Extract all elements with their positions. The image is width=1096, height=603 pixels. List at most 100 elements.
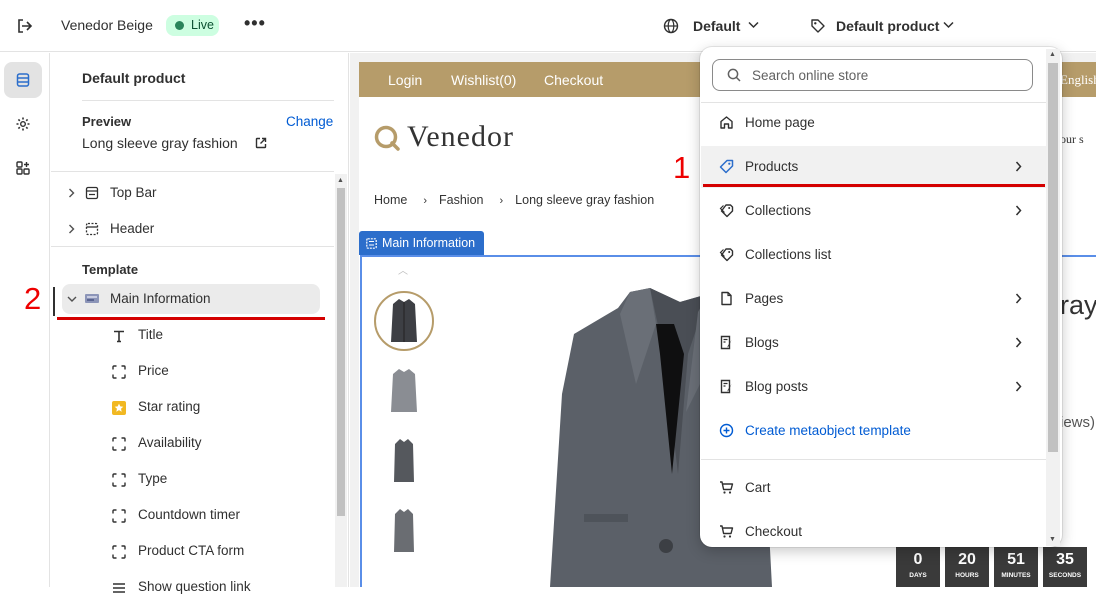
section-header[interactable]: Header [62,214,320,244]
product-thumbnail[interactable] [374,431,434,491]
cart-icon [719,524,734,539]
collections-icon [719,203,734,218]
menu-item-label: Collections list [745,247,832,262]
more-actions-button[interactable]: ••• [244,14,266,36]
search-icon [727,68,741,82]
status-badge: Live [166,15,219,36]
scroll-up-icon[interactable]: ▲ [1049,51,1056,58]
gear-icon[interactable] [4,106,42,142]
menu-item-label: Pages [745,291,784,306]
chevron-right-icon [1015,381,1022,392]
breadcrumb: Home › Fashion › Long sleeve gray fashion [374,193,658,207]
annotation-underline [57,317,325,320]
store-name: Venedor Beige [61,17,153,33]
store-logo[interactable]: Venedor [407,120,514,154]
sections-icon[interactable] [4,62,42,98]
chevron-down-icon[interactable] [67,296,77,303]
countdown-seconds: 35 SECONDS [1043,547,1087,587]
menu-item-blogs[interactable]: Blogs [701,322,1046,364]
section-top-bar[interactable]: Top Bar [62,178,320,208]
countdown-value: 20 [958,551,976,568]
section-icon [366,238,377,249]
menu-item-cart[interactable]: Cart [701,467,1046,509]
menu-item-checkout[interactable]: Checkout [701,511,1046,553]
countdown-value: 0 [913,551,923,568]
store-nav-login[interactable]: Login [388,72,422,88]
status-badge-label: Live [191,18,214,32]
block-type[interactable]: Type [112,465,312,495]
product-thumbnail[interactable] [374,361,434,421]
divider [51,171,334,172]
preview-value: Long sleeve gray fashion [82,135,238,151]
chevron-right-icon[interactable] [68,224,75,234]
product-thumbnail[interactable] [374,501,434,561]
exit-icon[interactable] [14,16,36,36]
chevron-down-icon[interactable] [943,21,954,29]
scroll-up-icon[interactable]: ▲ [337,177,344,184]
menu-item-products[interactable]: Products [701,146,1046,188]
text-icon [112,329,126,343]
cart-icon [719,480,734,495]
chevron-right-icon: › [499,195,504,207]
divider [701,459,1046,460]
block-label: Title [138,327,164,342]
menu-item-label: Home page [745,115,815,130]
chevron-right-icon[interactable] [68,188,75,198]
section-label: Main Information [110,291,211,306]
partial-text: our s [1060,132,1084,146]
store-nav-checkout[interactable]: Checkout [544,72,603,88]
change-preview-link[interactable]: Change [286,114,333,129]
search-placeholder: Search online store [752,68,869,83]
menu-item-collections[interactable]: Collections [701,190,1046,232]
create-metaobject-template-button[interactable]: Create metaobject template [701,410,1046,452]
chevron-up-icon[interactable]: ︿ [398,262,408,277]
chevron-right-icon: › [423,195,428,207]
block-title[interactable]: Title [112,321,312,351]
sidebar-title: Default product [82,70,186,86]
menu-item-label: Products [745,159,799,174]
menu-item-label: Cart [745,480,771,495]
block-show-question-link[interactable]: Show question link [112,573,312,603]
header-icon [85,222,99,236]
sidebar-scrollbar-thumb[interactable] [337,188,345,516]
collections-icon [719,247,734,262]
menu-item-pages[interactable]: Pages [701,278,1046,320]
store-language[interactable]: English [1060,72,1096,88]
preview-label: Preview [82,114,132,129]
menu-item-home-page[interactable]: Home page [701,102,1046,144]
section-label: Top Bar [110,185,157,200]
section-label: Header [110,221,155,236]
store-nav-wishlist[interactable]: Wishlist(0) [451,72,516,88]
menu-item-collections-list[interactable]: Collections list [701,234,1046,276]
chevron-down-icon[interactable] [748,21,759,29]
external-link-icon[interactable] [255,137,267,149]
menu-item-label: Create metaobject template [745,423,911,438]
annotation-number-1: 1 [673,150,691,185]
block-availability[interactable]: Availability [112,429,312,459]
block-countdown-timer[interactable]: Countdown timer [112,501,312,531]
language-select[interactable]: Default [693,18,740,34]
blog-icon [719,335,734,350]
block-icon [112,509,126,523]
block-star-rating[interactable]: Star rating [112,393,312,423]
selected-section-tag[interactable]: Main Information [359,231,484,255]
apps-icon[interactable] [4,150,42,186]
menu-item-blog-posts[interactable]: Blog posts [701,366,1046,408]
breadcrumb-home[interactable]: Home [374,193,407,207]
scroll-down-icon[interactable]: ▼ [1049,536,1056,543]
template-select[interactable]: Default product [836,18,939,34]
section-main-information[interactable]: Main Information [62,284,320,314]
dropdown-scrollbar-thumb[interactable] [1048,63,1058,452]
countdown-days: 0 DAYS [896,547,940,587]
search-input[interactable]: Search online store [712,59,1033,91]
countdown-hours: 20 HOURS [945,547,989,587]
block-price[interactable]: Price [112,357,312,387]
annotation-underline [703,184,1045,187]
product-thumbnail[interactable] [374,291,434,351]
block-label: Countdown timer [138,507,241,522]
block-product-cta-form[interactable]: Product CTA form [112,537,312,567]
divider [51,246,334,247]
breadcrumb-fashion[interactable]: Fashion [439,193,483,207]
countdown-value: 35 [1056,551,1074,568]
store-logo-icon [373,124,401,152]
